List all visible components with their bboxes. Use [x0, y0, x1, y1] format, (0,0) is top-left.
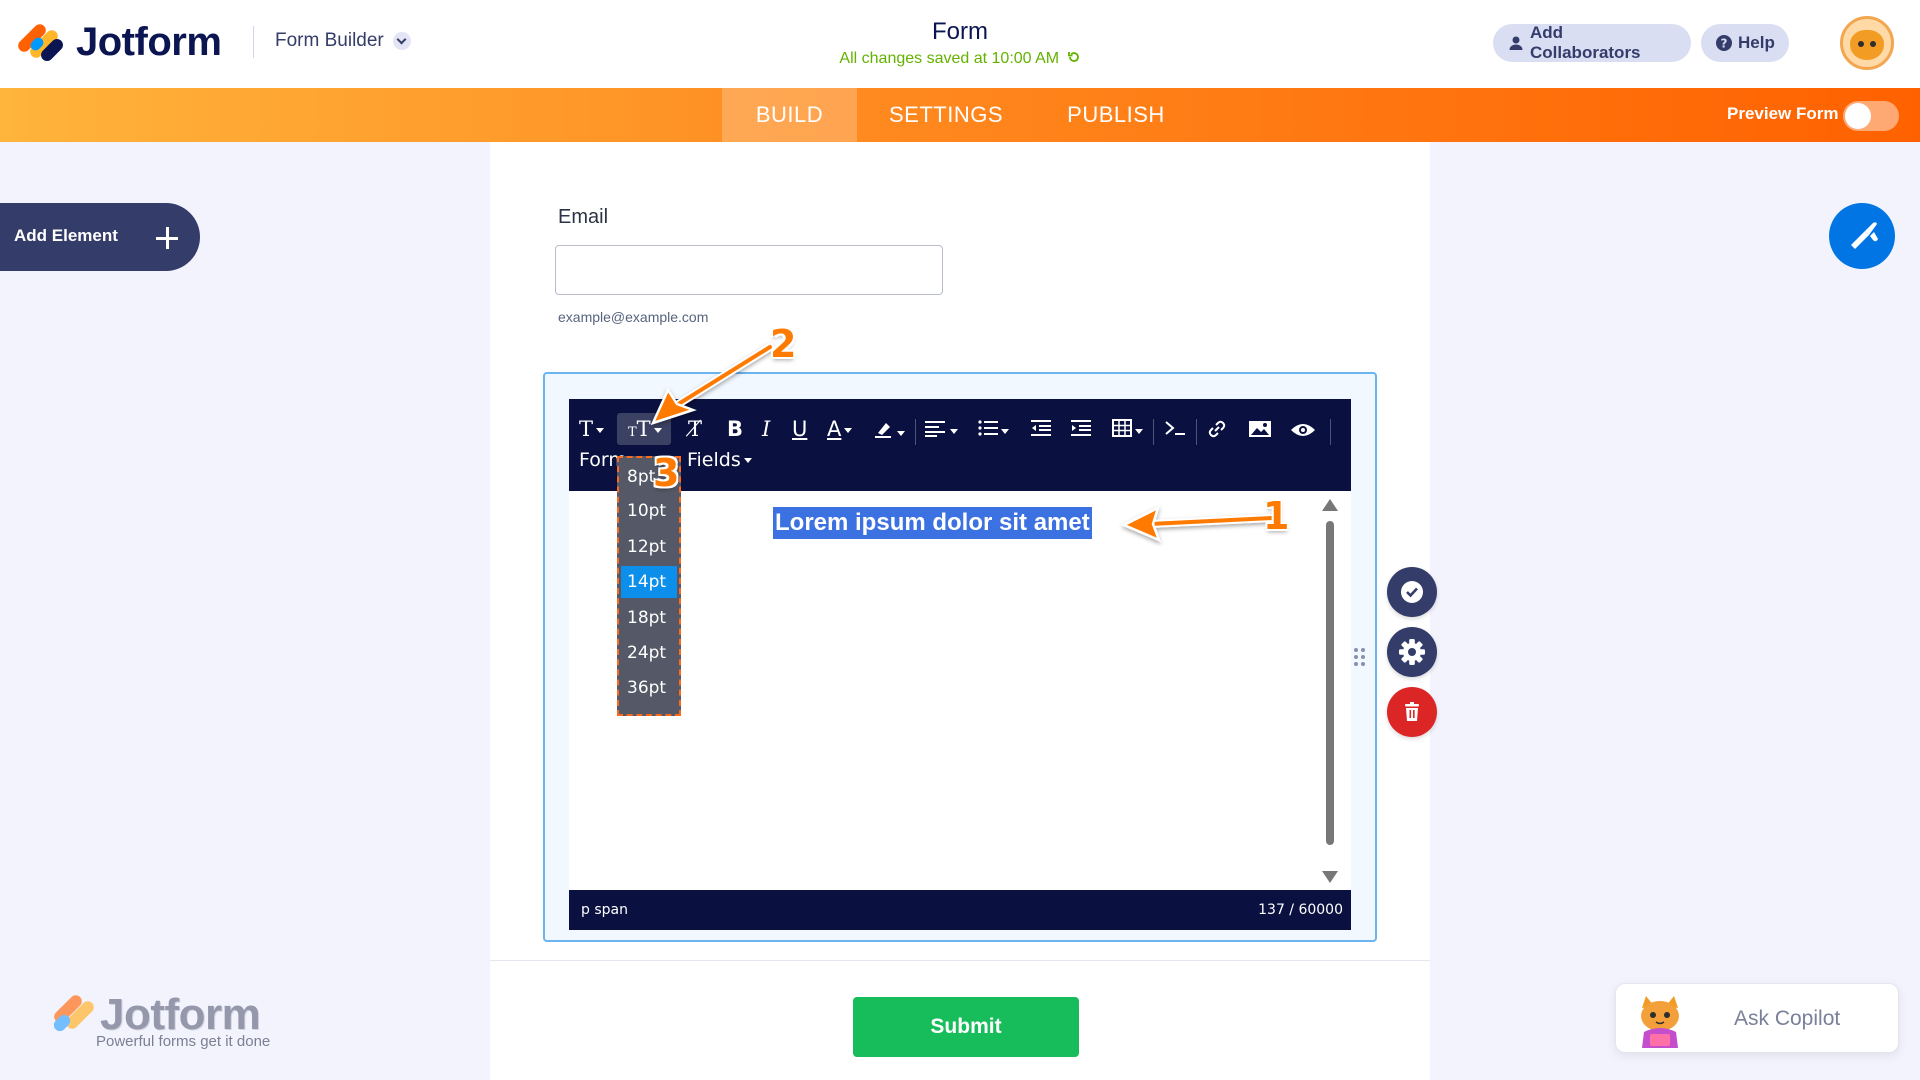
- email-sublabel: example@example.com: [558, 309, 709, 325]
- scroll-down-arrow-icon[interactable]: [1322, 871, 1338, 883]
- ask-copilot-button[interactable]: Ask Copilot: [1615, 983, 1899, 1053]
- help-icon: ?: [1716, 35, 1732, 51]
- annotation-number-1: 1: [1263, 494, 1290, 538]
- font-size-option[interactable]: 12pt: [621, 531, 677, 563]
- bullet-list-button[interactable]: [978, 419, 1009, 441]
- scroll-up-arrow-icon[interactable]: [1322, 499, 1338, 511]
- preview-form-toggle[interactable]: [1843, 101, 1899, 131]
- preview-button[interactable]: [1290, 421, 1316, 442]
- add-collaborators-label: Add Collaborators: [1530, 23, 1641, 62]
- email-field[interactable]: [555, 245, 943, 295]
- top-header: Jotform Form Builder Form All changes sa…: [0, 0, 1920, 88]
- toolbar-divider: [915, 419, 916, 445]
- form-divider: [490, 960, 1430, 961]
- add-element-button[interactable]: Add Element: [0, 203, 200, 271]
- jotform-watermark-logo: Jotform Powerful forms get it done: [50, 990, 310, 1050]
- italic-button[interactable]: I: [762, 419, 770, 440]
- table-icon: [1112, 419, 1132, 437]
- drag-handle-icon[interactable]: [1354, 648, 1368, 670]
- tab-settings[interactable]: SETTINGS: [877, 88, 1015, 142]
- scrollbar-thumb[interactable]: [1326, 521, 1334, 845]
- toolbar-divider: [1196, 419, 1197, 445]
- email-field-label: Email: [558, 206, 609, 228]
- clear-format-button[interactable]: T̸: [688, 419, 702, 440]
- add-element-label: Add Element: [14, 226, 118, 245]
- link-button[interactable]: [1207, 419, 1227, 443]
- toggle-knob: [1845, 103, 1871, 129]
- preview-form-label: Preview Form: [1727, 104, 1839, 123]
- help-label: Help: [1738, 33, 1775, 52]
- trash-icon: [1405, 702, 1419, 721]
- element-path: p span: [581, 902, 628, 918]
- table-button[interactable]: [1112, 419, 1143, 441]
- editor-scrollbar[interactable]: [1321, 499, 1338, 889]
- watermark-tagline: Powerful forms get it done: [96, 1033, 271, 1050]
- undo-icon[interactable]: [1067, 50, 1081, 64]
- annotation-number-2: 2: [770, 322, 797, 366]
- ask-copilot-label: Ask Copilot: [1734, 1007, 1841, 1030]
- font-size-button[interactable]: TT: [628, 419, 662, 440]
- gear-icon: [1399, 639, 1425, 665]
- align-left-icon: [925, 421, 945, 437]
- annotation-number-3: 3: [653, 451, 680, 495]
- save-status-text: All changes saved at 10:00 AM: [839, 50, 1060, 67]
- svg-text:?: ?: [1721, 37, 1728, 51]
- paint-brush-icon: [1851, 222, 1878, 249]
- outdent-icon: [1031, 420, 1051, 436]
- font-size-option-selected[interactable]: 14pt: [621, 566, 677, 598]
- properties-button[interactable]: [1387, 627, 1437, 677]
- check-circle-icon: [1401, 581, 1423, 603]
- builder-navbar: BUILD SETTINGS PUBLISH Preview Form: [0, 88, 1920, 142]
- text-format-button[interactable]: T: [579, 419, 605, 440]
- indent-icon: [1071, 420, 1091, 436]
- image-icon: [1249, 421, 1271, 437]
- text-color-button[interactable]: A: [827, 419, 853, 440]
- selected-text[interactable]: Lorem ipsum dolor sit amet: [773, 507, 1092, 539]
- delete-button[interactable]: [1387, 687, 1437, 737]
- user-icon: [1508, 35, 1524, 51]
- fields-label: Fields: [686, 449, 741, 471]
- tab-publish[interactable]: PUBLISH: [1055, 88, 1177, 142]
- plus-icon: [156, 227, 178, 249]
- editor-statusbar: p span 137 / 60000: [569, 890, 1351, 930]
- jotform-logo-icon: [53, 995, 94, 1032]
- rich-text-editor[interactable]: T TT T̸ B I U A Form Fields Lorem ipsum …: [569, 399, 1351, 930]
- underline-button[interactable]: U: [792, 419, 807, 440]
- terminal-icon: [1165, 421, 1185, 435]
- font-size-dropdown: 8pt 10pt 12pt 14pt 18pt 24pt 36pt: [617, 456, 681, 716]
- help-button[interactable]: ? Help: [1701, 24, 1789, 62]
- form-designer-button[interactable]: [1829, 203, 1895, 269]
- required-toggle-button[interactable]: [1387, 567, 1437, 617]
- eye-icon: [1291, 424, 1315, 436]
- user-avatar[interactable]: [1840, 16, 1894, 70]
- highlighter-icon: [875, 423, 891, 438]
- font-size-option[interactable]: 10pt: [621, 495, 677, 527]
- avatar-cat-face: [1850, 30, 1884, 60]
- link-icon: [1208, 420, 1226, 438]
- align-button[interactable]: [925, 419, 958, 441]
- submit-button[interactable]: Submit: [853, 997, 1079, 1057]
- bullet-list-icon: [978, 420, 998, 436]
- indent-button[interactable]: [1071, 419, 1091, 441]
- code-button[interactable]: [1164, 419, 1186, 441]
- font-size-option[interactable]: 24pt: [621, 637, 677, 669]
- toolbar-divider: [1330, 419, 1331, 445]
- bold-button[interactable]: B: [727, 419, 743, 440]
- character-count: 137 / 60000: [1258, 902, 1343, 918]
- toolbar-divider: [1153, 419, 1154, 445]
- image-button[interactable]: [1248, 419, 1272, 443]
- font-size-option[interactable]: 36pt: [621, 672, 677, 704]
- outdent-button[interactable]: [1031, 419, 1051, 441]
- editor-toolbar: T TT T̸ B I U A Form Fields: [569, 399, 1351, 491]
- font-size-option[interactable]: 18pt: [621, 602, 677, 634]
- add-collaborators-button[interactable]: Add Collaborators: [1493, 23, 1691, 62]
- tab-build[interactable]: BUILD: [722, 88, 857, 142]
- highlight-color-button[interactable]: [874, 419, 905, 443]
- copilot-cat-icon: [1641, 996, 1679, 1048]
